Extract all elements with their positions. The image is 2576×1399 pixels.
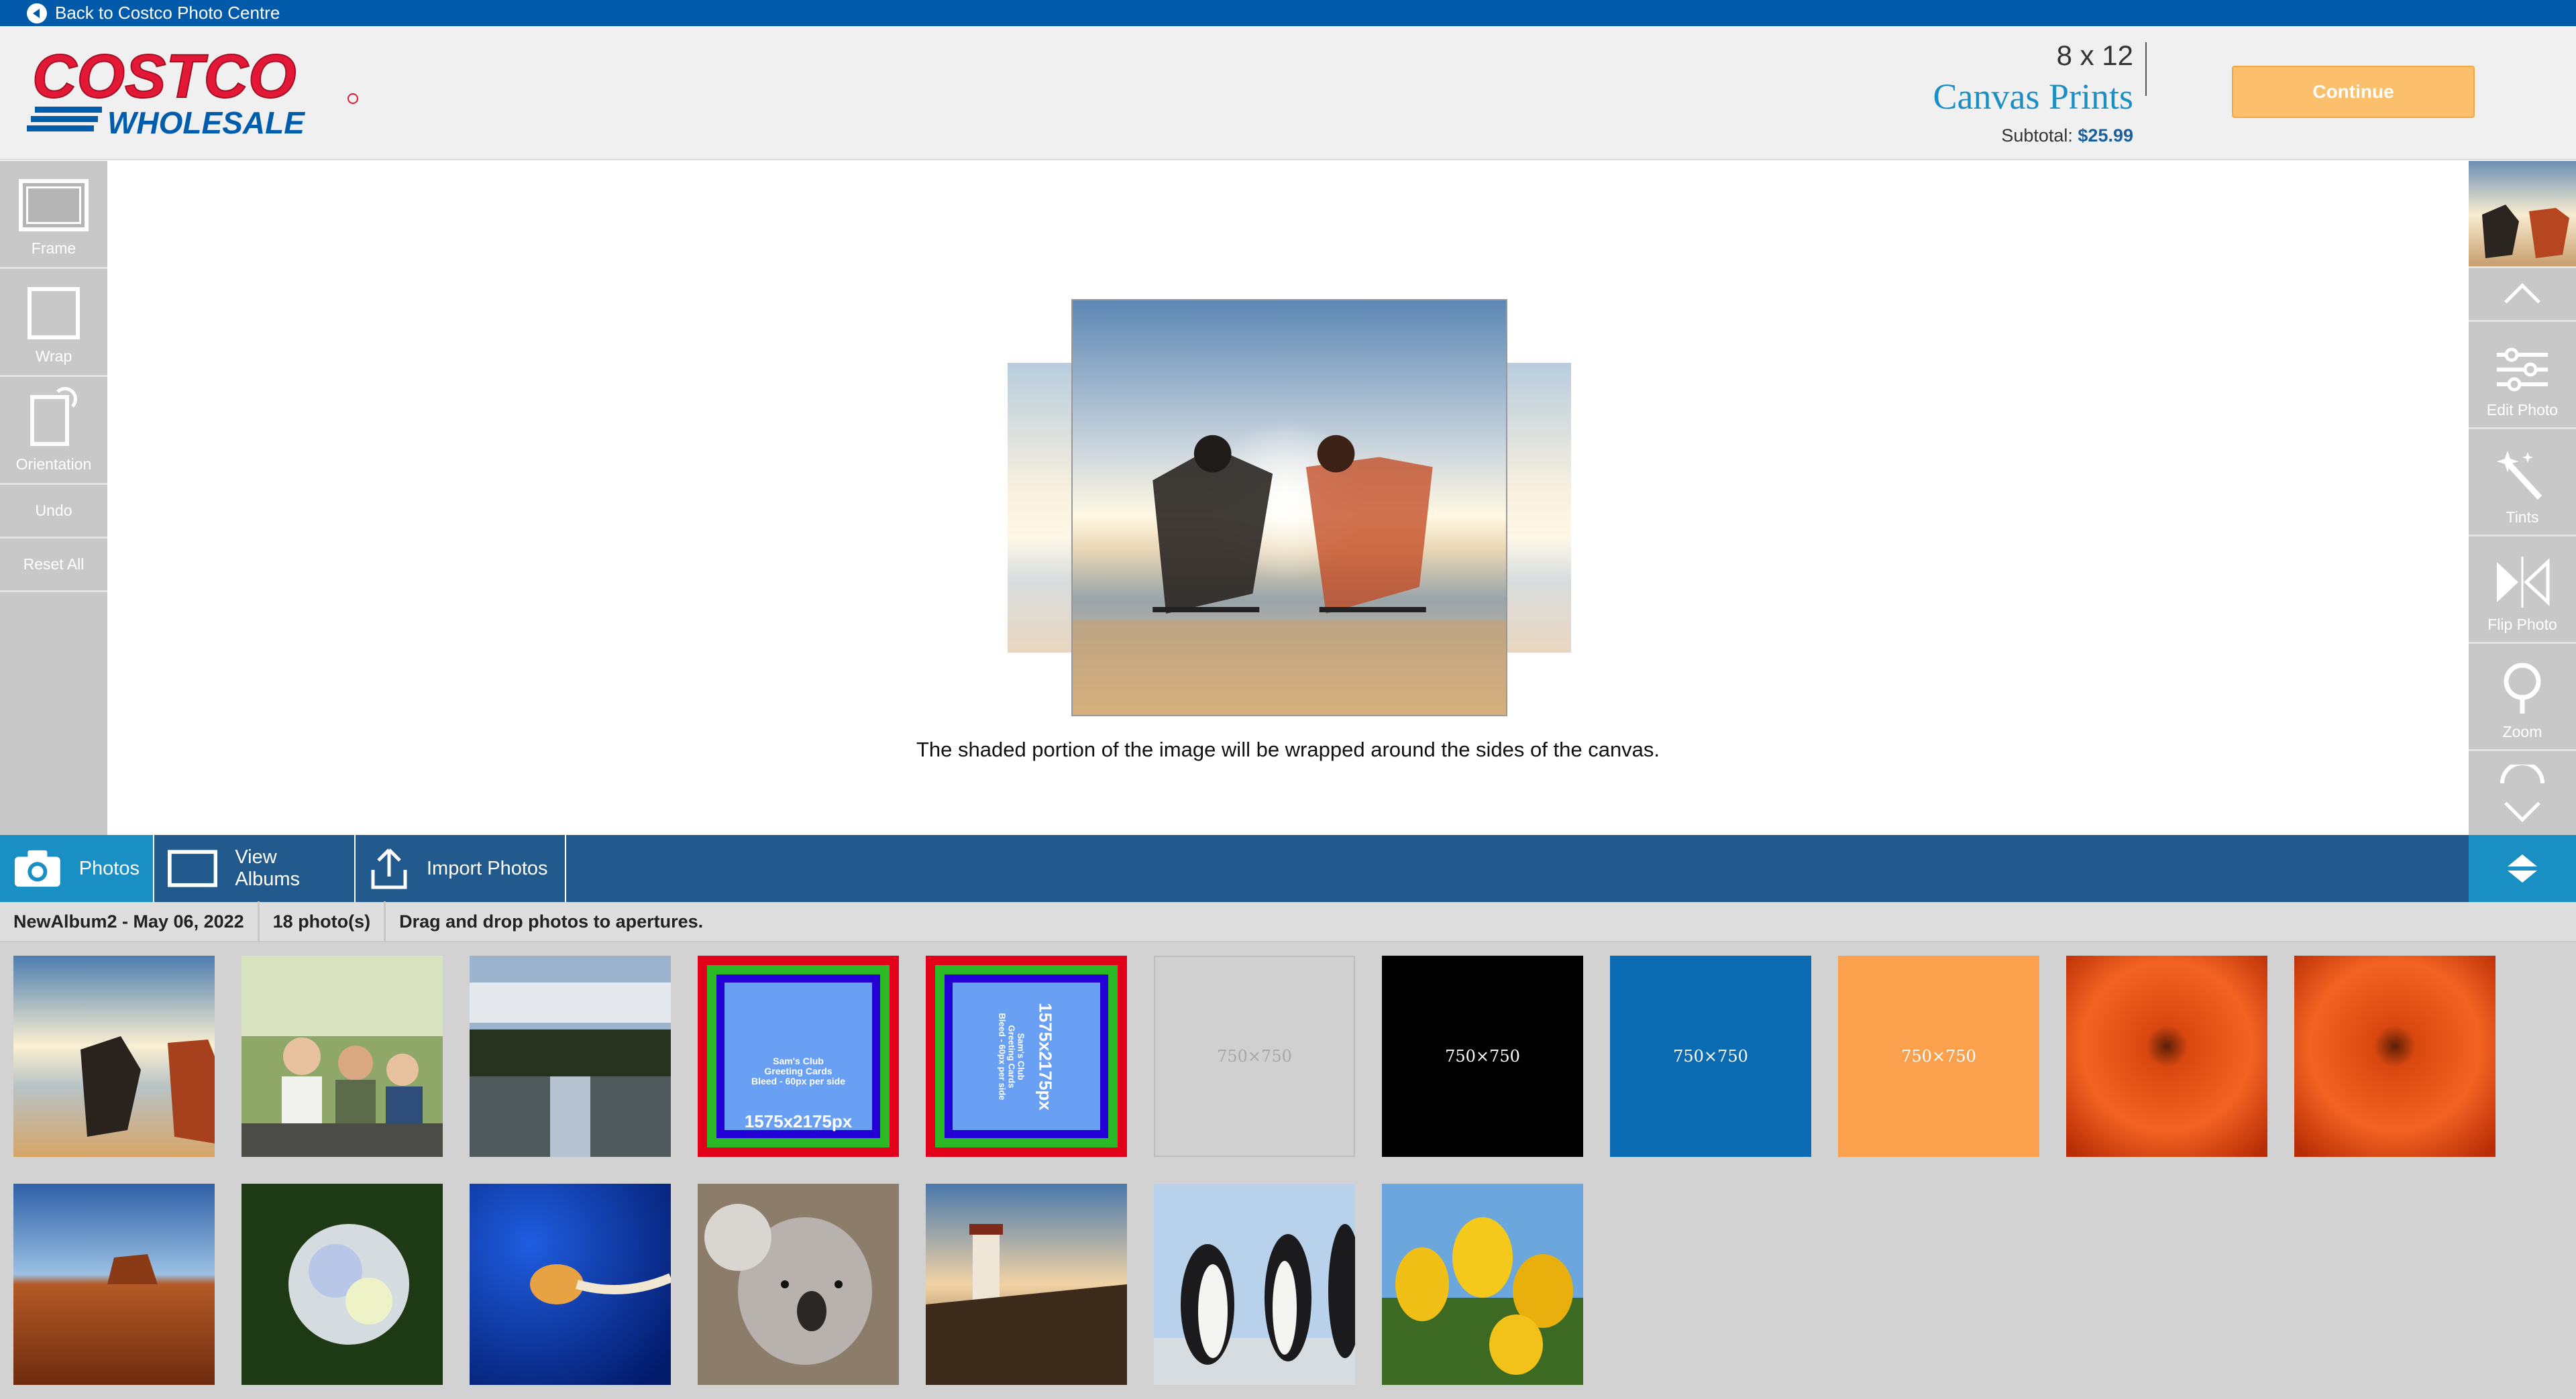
photo-thumbnail-dahlia-1[interactable] <box>2066 956 2267 1157</box>
photo-thumbnail-canal[interactable] <box>470 956 671 1157</box>
photo-thumbnail-sams-card-1[interactable]: Sam's Club Greeting Cards Bleed - 60px p… <box>698 956 899 1157</box>
wrap-tool[interactable]: Wrap <box>0 269 107 377</box>
tints-tool[interactable]: Tints <box>2469 429 2576 537</box>
photo-count: 18 photo(s) <box>260 901 386 942</box>
photo-thumbnail-placeholder-blue[interactable]: 750×750 <box>1610 956 1811 1157</box>
edit-photo-tool[interactable]: Edit Photo <box>2469 322 2576 429</box>
chevron-down-icon <box>2504 786 2540 822</box>
caret-down-icon <box>2508 871 2537 883</box>
continue-button[interactable]: Continue <box>2232 66 2475 118</box>
tray-toggle-button[interactable] <box>2469 835 2576 902</box>
partial-tool-icon <box>2500 765 2544 784</box>
album-icon <box>168 850 218 887</box>
photo-grid: Sam's Club Greeting Cards Bleed - 60px p… <box>0 942 2576 1399</box>
tab-view-albums-label: View Albums <box>235 846 301 890</box>
wrap-icon <box>28 287 80 339</box>
orientation-label: Orientation <box>15 455 92 473</box>
placeholder-grey-label: 750×750 <box>1217 1047 1292 1066</box>
camera-icon <box>14 850 60 887</box>
photo-tray-tabs: Photos View Albums Import Photos <box>0 835 2576 902</box>
magic-wand-icon <box>2497 451 2542 500</box>
wrap-label: Wrap <box>35 347 72 365</box>
photo-thumbnail-beach[interactable] <box>13 956 215 1157</box>
tints-label: Tints <box>2506 508 2539 526</box>
tab-import-photos-label: Import Photos <box>427 857 548 879</box>
upload-icon <box>371 848 407 889</box>
zoom-tool[interactable]: Zoom <box>2469 644 2576 751</box>
wrap-note: The shaded portion of the image will be … <box>916 738 1660 761</box>
flip-icon <box>2497 557 2550 608</box>
product-size: 8 x 12 <box>2056 40 2133 71</box>
sams-card-2-size: 1575x2175px <box>1035 1002 1056 1111</box>
chevron-up-icon <box>2504 282 2540 319</box>
logo-bottom-text: WHOLESALE <box>107 105 305 140</box>
rotate-orientation-icon <box>30 387 77 447</box>
sams-card-title: Sam's Club Greeting Cards Bleed - 60px p… <box>751 1056 846 1086</box>
photo-thumbnail-jellyfish[interactable] <box>470 1184 671 1385</box>
logo-top-text: COSTCO <box>32 45 297 111</box>
photo-thumbnail-desert[interactable] <box>13 1184 215 1385</box>
album-name: NewAlbum2 - May 06, 2022 <box>0 901 260 942</box>
left-toolbar: Frame Wrap Orientation Undo Reset All <box>0 161 107 835</box>
subtotal-value: $25.99 <box>2078 125 2133 146</box>
canvas-editor: The shaded portion of the image will be … <box>107 161 2469 835</box>
subtotal: Subtotal: $25.99 <box>1933 125 2133 146</box>
photo-row <box>13 1184 2576 1385</box>
right-toolbar: Edit Photo Tints Flip Photo Zoom <box>2469 161 2576 835</box>
tab-photos-label: Photos <box>78 857 140 879</box>
reset-all-button[interactable]: Reset All <box>0 539 107 592</box>
scroll-up-button[interactable] <box>2469 268 2576 322</box>
product-name: Canvas Prints <box>1933 76 2133 117</box>
frame-icon <box>19 179 89 231</box>
placeholder-blue-label: 750×750 <box>1673 1047 1748 1066</box>
drag-hint: Drag and drop photos to apertures. <box>399 911 704 932</box>
album-info-bar: NewAlbum2 - May 06, 2022 18 photo(s) Dra… <box>0 901 2576 942</box>
tab-view-albums[interactable]: View Albums <box>154 835 356 902</box>
photo-row: Sam's Club Greeting Cards Bleed - 60px p… <box>13 956 2576 1157</box>
back-link-label: Back to Costco Photo Centre <box>55 3 280 23</box>
current-photo-thumbnail[interactable] <box>2469 161 2576 268</box>
edit-photo-label: Edit Photo <box>2486 401 2559 418</box>
photo-thumbnail-hydrangea[interactable] <box>241 1184 443 1385</box>
back-arrow-icon <box>27 3 47 23</box>
tab-import-photos[interactable]: Import Photos <box>356 835 566 902</box>
photo-thumbnail-lighthouse[interactable] <box>926 1184 1127 1385</box>
photo-thumbnail-placeholder-black[interactable]: 750×750 <box>1382 956 1583 1157</box>
back-link[interactable]: Back to Costco Photo Centre <box>0 0 2576 26</box>
frame-label: Frame <box>31 239 76 257</box>
product-info: 8 x 12 Canvas Prints Subtotal: $25.99 <box>1933 40 2133 146</box>
scroll-down-button[interactable] <box>2469 751 2576 835</box>
frame-tool[interactable]: Frame <box>0 161 107 269</box>
orientation-tool[interactable]: Orientation <box>0 377 107 485</box>
photo-thumbnail-koala[interactable] <box>698 1184 899 1385</box>
header: COSTCO WHOLESALE 8 x 12 Canvas Prints Su… <box>0 26 2576 160</box>
photo-thumbnail-placeholder-grey[interactable]: 750×750 <box>1154 956 1355 1157</box>
photo-thumbnail-placeholder-orange[interactable]: 750×750 <box>1838 956 2039 1157</box>
main-photo-beach-chairs <box>1071 299 1507 716</box>
photo-thumbnail-tulips[interactable] <box>1382 1184 1583 1385</box>
zoom-icon <box>2504 663 2541 714</box>
photo-thumbnail-dahlia-2[interactable] <box>2294 956 2496 1157</box>
flip-photo-label: Flip Photo <box>2487 616 2557 633</box>
sliders-icon <box>2497 347 2548 392</box>
placeholder-black-label: 750×750 <box>1445 1047 1520 1066</box>
undo-button[interactable]: Undo <box>0 485 107 539</box>
zoom-label: Zoom <box>2502 723 2542 740</box>
header-divider <box>2145 42 2147 96</box>
sams-card-size: 1575x2175px <box>744 1111 853 1131</box>
canvas-preview[interactable] <box>1008 299 1571 716</box>
photo-thumbnail-family[interactable] <box>241 956 443 1157</box>
photo-thumbnail-penguins[interactable] <box>1154 1184 1355 1385</box>
sams-card-2-title: Sam's Club Greeting Cards Bleed - 60px p… <box>997 1012 1026 1101</box>
subtotal-label: Subtotal: <box>2001 125 2073 146</box>
tab-photos[interactable]: Photos <box>0 835 154 902</box>
flip-photo-tool[interactable]: Flip Photo <box>2469 537 2576 644</box>
caret-up-icon <box>2508 854 2537 866</box>
costco-logo[interactable]: COSTCO WHOLESALE <box>25 45 361 146</box>
placeholder-orange-label: 750×750 <box>1901 1047 1976 1066</box>
photo-thumbnail-sams-card-2[interactable]: 1575x2175px Sam's Club Greeting Cards Bl… <box>926 956 1127 1157</box>
